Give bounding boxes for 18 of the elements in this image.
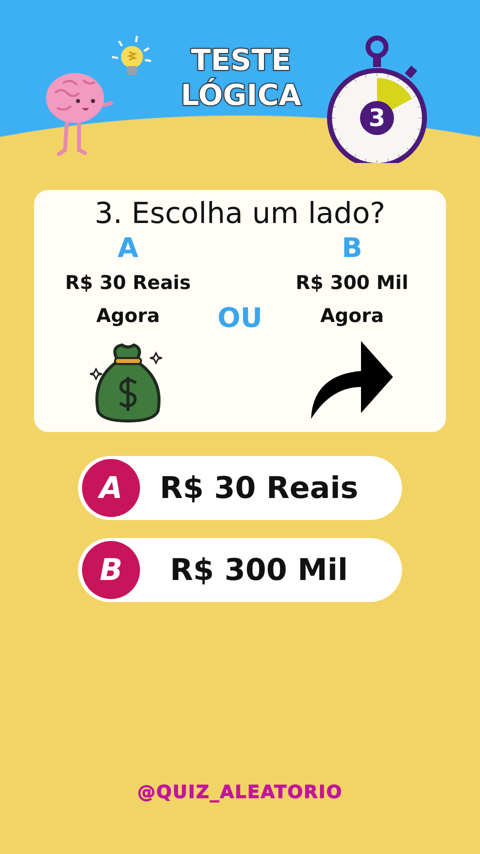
title-text: LÓGICA [180,78,302,112]
answer-letter: A [82,459,140,517]
option-letter: A [118,232,138,266]
option-text: Agora [320,304,384,329]
option-letter: B [342,232,362,266]
option-text: Agora [96,304,160,329]
question-text: 3. Escolha um lado? [94,196,386,231]
answer-text: R$ 30 Reais [158,470,360,508]
answer-button[interactable]: A R$ 30 Reais [78,456,402,520]
answer-button[interactable]: B R$ 300 Mil [78,538,402,602]
answer-letter: B [82,541,140,599]
separator-text: OU [218,302,262,335]
answer-text: R$ 300 Mil [169,552,349,590]
arrow-icon [309,338,395,419]
channel-handle: @QUIZ_ALEATORIO [136,781,344,805]
option-text: R$ 300 Mil [296,270,408,296]
title-text: TESTE [190,42,292,78]
option-text: R$ 30 Reais [65,270,191,296]
